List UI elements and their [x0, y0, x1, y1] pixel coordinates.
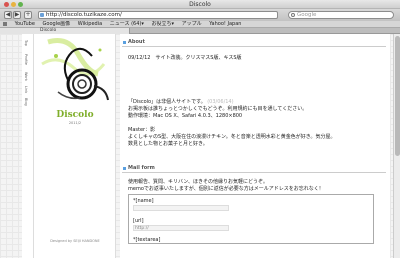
site-logo[interactable]: Discolo — [34, 110, 116, 120]
logo-subtitle: 2011/2 — [68, 121, 82, 125]
browser-window: Discolo ◀ ▶ + http://discolo.tuzikaze.co… — [0, 0, 400, 258]
search-input[interactable]: Google — [288, 11, 394, 19]
window-title: Discolo — [189, 1, 211, 8]
name-field[interactable] — [133, 205, 229, 211]
page-viewport: Top Profile Work Link Blog Discolo 2011/… — [0, 34, 400, 258]
bookmarks-bar: YouTube Google画像 Wikipedia ニュース (64)▾ お役… — [0, 21, 400, 28]
nav-item-top[interactable]: Top — [24, 40, 28, 46]
intro-text: 「Discolo」は非個人サイトです。 — [128, 99, 206, 105]
mailform-line-1: 使用報告、質問、キリバン、ほきその他縁りお気軽にどうぞ。 — [128, 179, 268, 185]
search-placeholder: Google — [297, 12, 317, 18]
bookmark-apple[interactable]: アップル — [182, 21, 202, 27]
bookmark-news[interactable]: ニュース (64)▾ — [110, 21, 144, 27]
title-bar: Discolo — [0, 0, 400, 9]
bookmark-youtube[interactable]: YouTube — [15, 21, 35, 27]
nav-item-link[interactable]: Link — [24, 86, 28, 93]
url-field[interactable]: http:// — [133, 225, 229, 231]
bookmarks-grid-icon[interactable] — [3, 21, 7, 26]
forward-button[interactable]: ▶ — [13, 11, 21, 19]
nav-item-profile[interactable]: Profile — [24, 54, 28, 65]
mail-form: *[name] [url] http:// *[textarea] — [128, 194, 374, 244]
mailform-line-2: memoでお返事いたしますが、個別に返信が必要な方はメールアドレスをお忘れなく！ — [128, 186, 324, 192]
bookmark-wikipedia[interactable]: Wikipedia — [78, 21, 102, 27]
side-nav: Top Profile Work Link Blog — [22, 34, 34, 258]
about-intro: 「Discolo」は非個人サイトです。 (03/06/14) — [128, 99, 234, 106]
name-label: *[name] — [133, 198, 154, 204]
master-label: Master：影 — [128, 127, 156, 133]
browser-toolbar: ◀ ▶ + http://discolo.tuzikaze.com/ Googl… — [0, 9, 400, 21]
page-scrollbar[interactable] — [393, 34, 400, 258]
designer-credit: Designed by SEIJI HANDONE — [50, 239, 100, 243]
nav-item-work[interactable]: Work — [24, 72, 28, 81]
about-environment: 動作環境：Mac OS X、Safari 4.0.3、1280×800 — [128, 113, 243, 119]
address-bar[interactable]: http://discolo.tuzikaze.com/ — [38, 11, 278, 19]
master-line-1: よくしキャのS型、大阪在住の浪漫けチキン。冬と音楽と透明水彩と黄金色が好き。気分… — [128, 134, 336, 140]
back-button[interactable]: ◀ — [4, 11, 12, 19]
bookmark-yahoo[interactable]: Yahoo! Japan — [209, 21, 241, 27]
main-content: About 09/12/12 サイト改装。クリスマスS版、キスS版 「Disco… — [120, 34, 390, 258]
url-label: [url] — [133, 218, 144, 224]
site-banner: Discolo 2011/2 Designed by SEIJI HANDONE — [34, 34, 116, 258]
search-icon — [291, 13, 295, 17]
scrollbar-thumb[interactable] — [395, 36, 400, 156]
about-line-1: お掲示板は誰ちょっとつかしくでもどうぞ。利用規約にも目を通してください。 — [128, 106, 308, 112]
update-line: 09/12/12 サイト改装。クリスマスS版、キスS版 — [128, 55, 242, 61]
intro-note: (03/06/14) — [207, 99, 234, 105]
nav-item-blog[interactable]: Blog — [24, 98, 28, 106]
site-favicon-icon — [40, 13, 44, 17]
add-bookmark-button[interactable]: + — [24, 11, 32, 19]
textarea-label: *[textarea] — [133, 237, 161, 243]
bookmark-useful[interactable]: お役立ち▾ — [151, 21, 174, 27]
mailform-heading: Mail form — [122, 164, 386, 173]
master-line-2: 数見とした物とお菓子と月と好き。 — [128, 141, 208, 147]
bookmark-google-images[interactable]: Google画像 — [43, 21, 71, 27]
about-heading: About — [122, 38, 386, 47]
swirl-artwork — [41, 38, 109, 101]
address-text: http://discolo.tuzikaze.com/ — [46, 12, 122, 18]
